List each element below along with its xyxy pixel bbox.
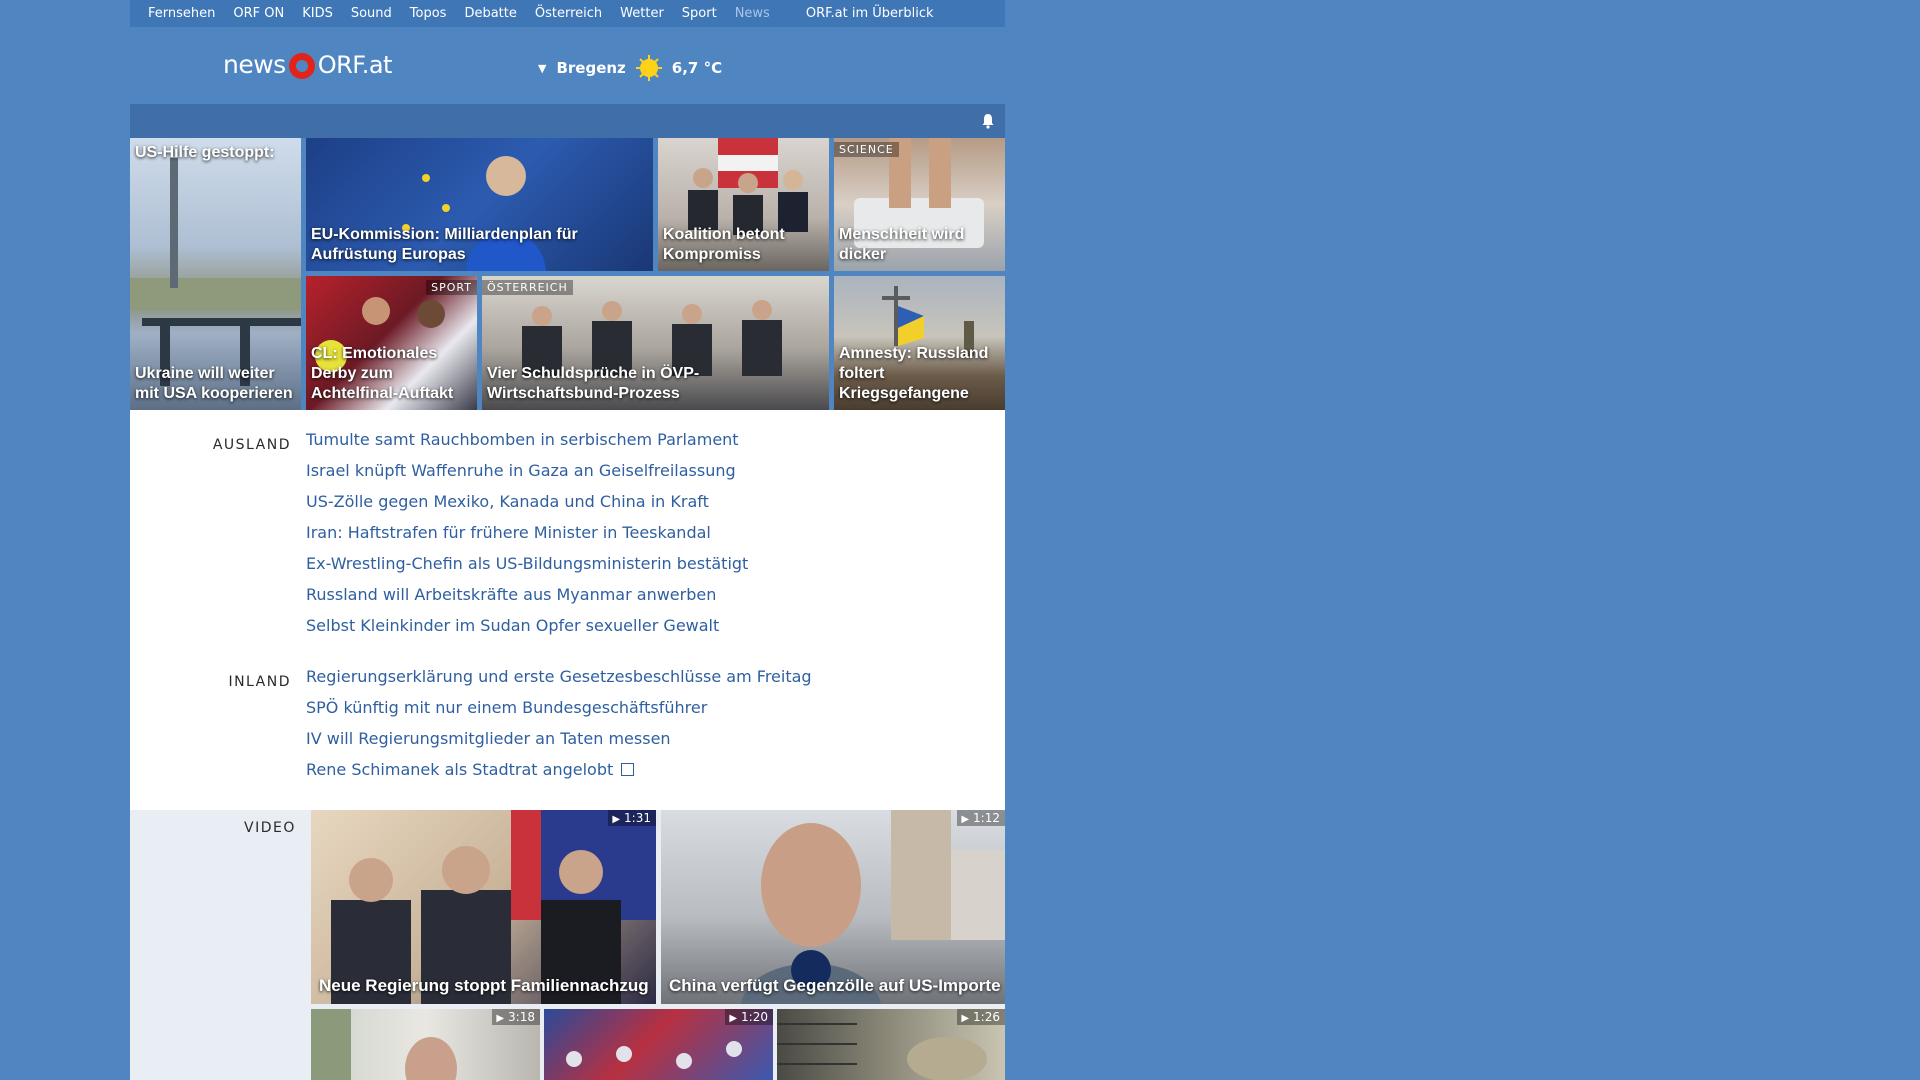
video-image-familiennachzug xyxy=(331,810,656,1004)
video-image-gegenzoelle xyxy=(741,810,1005,1004)
ausland-link[interactable]: Tumulte samt Rauchbomben in serbischem P… xyxy=(306,424,748,455)
orf-eye-icon xyxy=(288,52,315,79)
tile-science[interactable]: SCIENCE Menschheit wird dicker xyxy=(834,138,1005,271)
video-tile-3[interactable]: ▶ 3:18 xyxy=(311,1009,540,1080)
video-tile-familiennachzug[interactable]: ▶ 1:31 Neue Regierung stoppt Familiennach… xyxy=(311,810,656,1004)
tile-sport[interactable]: SPORT CL: Emotionales Derby zum Achtelfi… xyxy=(306,276,477,410)
play-icon: ▶ xyxy=(612,814,621,825)
tile-koalition[interactable]: Koalition betont Kompromiss xyxy=(658,138,829,271)
video-section: VIDEO ▶ 1:31 Neue Regierung stoppt Famili… xyxy=(130,810,1005,1080)
ausland-link[interactable]: Ex-Wrestling-Chefin als US-Bildungsminis… xyxy=(306,548,748,579)
section-label-video: VIDEO xyxy=(244,820,296,836)
weather-temperature: 6,7 °C xyxy=(671,59,723,77)
inland-link[interactable]: SPÖ künftig mit nur einem Bundesgeschäft… xyxy=(306,692,812,723)
tile-oevp-prozess[interactable]: ÖSTERREICH Vier Schuldsprüche in ÖVP-Wir… xyxy=(482,276,829,410)
nav-news[interactable]: News xyxy=(735,6,770,21)
ausland-link[interactable]: Russland will Arbeitskräfte aus Myanmar … xyxy=(306,579,748,610)
sun-icon xyxy=(635,55,662,81)
ausland-link[interactable]: Iran: Haftstrafen für frühere Minister i… xyxy=(306,517,748,548)
video-duration: ▶ 1:26 xyxy=(957,1009,1005,1025)
top-nav: Fernsehen ORF ON KIDS Sound Topos Debatt… xyxy=(130,0,1005,27)
play-icon: ▶ xyxy=(961,814,970,825)
play-icon: ▶ xyxy=(729,1013,738,1024)
nav-overview-link[interactable]: ORF.at im Überblick xyxy=(806,6,934,21)
tile-eu-kommission[interactable]: EU-Kommission: Milliardenplan für Aufrüs… xyxy=(306,138,653,271)
tile-ukraine-caption: Ukraine will weiter mit USA kooperieren xyxy=(135,365,293,402)
weather-city: Bregenz xyxy=(556,59,626,77)
news-orf-logo[interactable]: news ORF.at xyxy=(223,50,392,79)
nav-orf-on[interactable]: ORF ON xyxy=(233,6,284,21)
section-label-ausland: AUSLAND xyxy=(212,437,291,453)
video-duration: ▶ 1:12 xyxy=(957,810,1005,826)
tile-amnesty[interactable]: Amnesty: Russland foltert Kriegsgefangen… xyxy=(834,276,1005,410)
page: Fernsehen ORF ON KIDS Sound Topos Debatt… xyxy=(130,0,1005,1080)
video-duration: ▶ 1:31 xyxy=(608,810,656,826)
site-header: news ORF.at ▼ Bregenz 6,7 °C xyxy=(130,27,1005,104)
video-tile-4[interactable]: ▶ 1:20 xyxy=(544,1009,773,1080)
logo-news-text: news xyxy=(223,50,286,79)
nav-oesterreich[interactable]: Österreich xyxy=(535,6,602,21)
video-duration: ▶ 1:20 xyxy=(725,1009,773,1025)
inland-link-external[interactable]: Rene Schimanek als Stadtrat angelobt xyxy=(306,754,812,785)
ausland-link[interactable]: Israel knüpft Waffenruhe in Gaza an Geis… xyxy=(306,455,748,486)
news-list-area: AUSLAND Tumulte samt Rauchbomben in serb… xyxy=(130,410,1005,810)
play-icon: ▶ xyxy=(961,1013,970,1024)
tile-eu-caption: EU-Kommission: Milliardenplan für Aufrüs… xyxy=(311,226,578,263)
notification-bar xyxy=(130,104,1005,138)
video-tile-5[interactable]: ▶ 1:26 xyxy=(777,1009,1005,1080)
video-caption: China verfügt Gegenzölle auf US-Importe xyxy=(669,976,1001,995)
nav-topos[interactable]: Topos xyxy=(410,6,447,21)
caret-down-icon: ▼ xyxy=(538,61,547,75)
ausland-links: Tumulte samt Rauchbomben in serbischem P… xyxy=(306,424,748,641)
tile-koalition-caption: Koalition betont Kompromiss xyxy=(663,226,785,263)
video-tile-gegenzoelle[interactable]: ▶ 1:12 China verfügt Gegenzölle auf US-Im… xyxy=(661,810,1005,1004)
section-label-inland: INLAND xyxy=(228,674,291,690)
tile-oevp-tag: ÖSTERREICH xyxy=(482,280,573,295)
ausland-link[interactable]: US-Zölle gegen Mexiko, Kanada und China … xyxy=(306,486,748,517)
inland-link[interactable]: IV will Regierungsmitglieder an Taten me… xyxy=(306,723,812,754)
nav-sport[interactable]: Sport xyxy=(682,6,717,21)
nav-sound[interactable]: Sound xyxy=(351,6,392,21)
weather-widget[interactable]: ▼ Bregenz 6,7 °C xyxy=(538,55,722,81)
tile-sport-caption: CL: Emotionales Derby zum Achtelfinal-Au… xyxy=(311,345,454,402)
tile-ukraine-kicker: US-Hilfe gestoppt: xyxy=(135,144,275,161)
inland-link[interactable]: Regierungserklärung und erste Gesetzesbe… xyxy=(306,661,812,692)
external-link-icon xyxy=(621,763,635,776)
inland-link-label: Rene Schimanek als Stadtrat angelobt xyxy=(306,760,614,779)
tile-science-caption: Menschheit wird dicker xyxy=(839,226,965,263)
nav-wetter[interactable]: Wetter xyxy=(620,6,664,21)
video-caption: Neue Regierung stoppt Familiennachzug xyxy=(319,976,649,995)
inland-links: Regierungserklärung und erste Gesetzesbe… xyxy=(306,661,812,785)
tile-oevp-caption: Vier Schuldsprüche in ÖVP-Wirtschaftsbun… xyxy=(487,365,700,402)
nav-debatte[interactable]: Debatte xyxy=(464,6,516,21)
tile-amnesty-caption: Amnesty: Russland foltert Kriegsgefangen… xyxy=(839,345,989,402)
video-duration: ▶ 3:18 xyxy=(492,1009,540,1025)
tile-sport-tag: SPORT xyxy=(426,280,477,295)
nav-kids[interactable]: KIDS xyxy=(302,6,333,21)
bell-icon[interactable] xyxy=(981,113,995,129)
nav-fernsehen[interactable]: Fernsehen xyxy=(148,6,215,21)
tile-science-tag: SCIENCE xyxy=(834,142,899,157)
ausland-link[interactable]: Selbst Kleinkinder im Sudan Opfer sexuel… xyxy=(306,610,748,641)
logo-orf-text: ORF.at xyxy=(317,50,393,79)
tile-ukraine[interactable]: US-Hilfe gestoppt: Ukraine will weiter m… xyxy=(130,138,301,410)
play-icon: ▶ xyxy=(496,1013,505,1024)
